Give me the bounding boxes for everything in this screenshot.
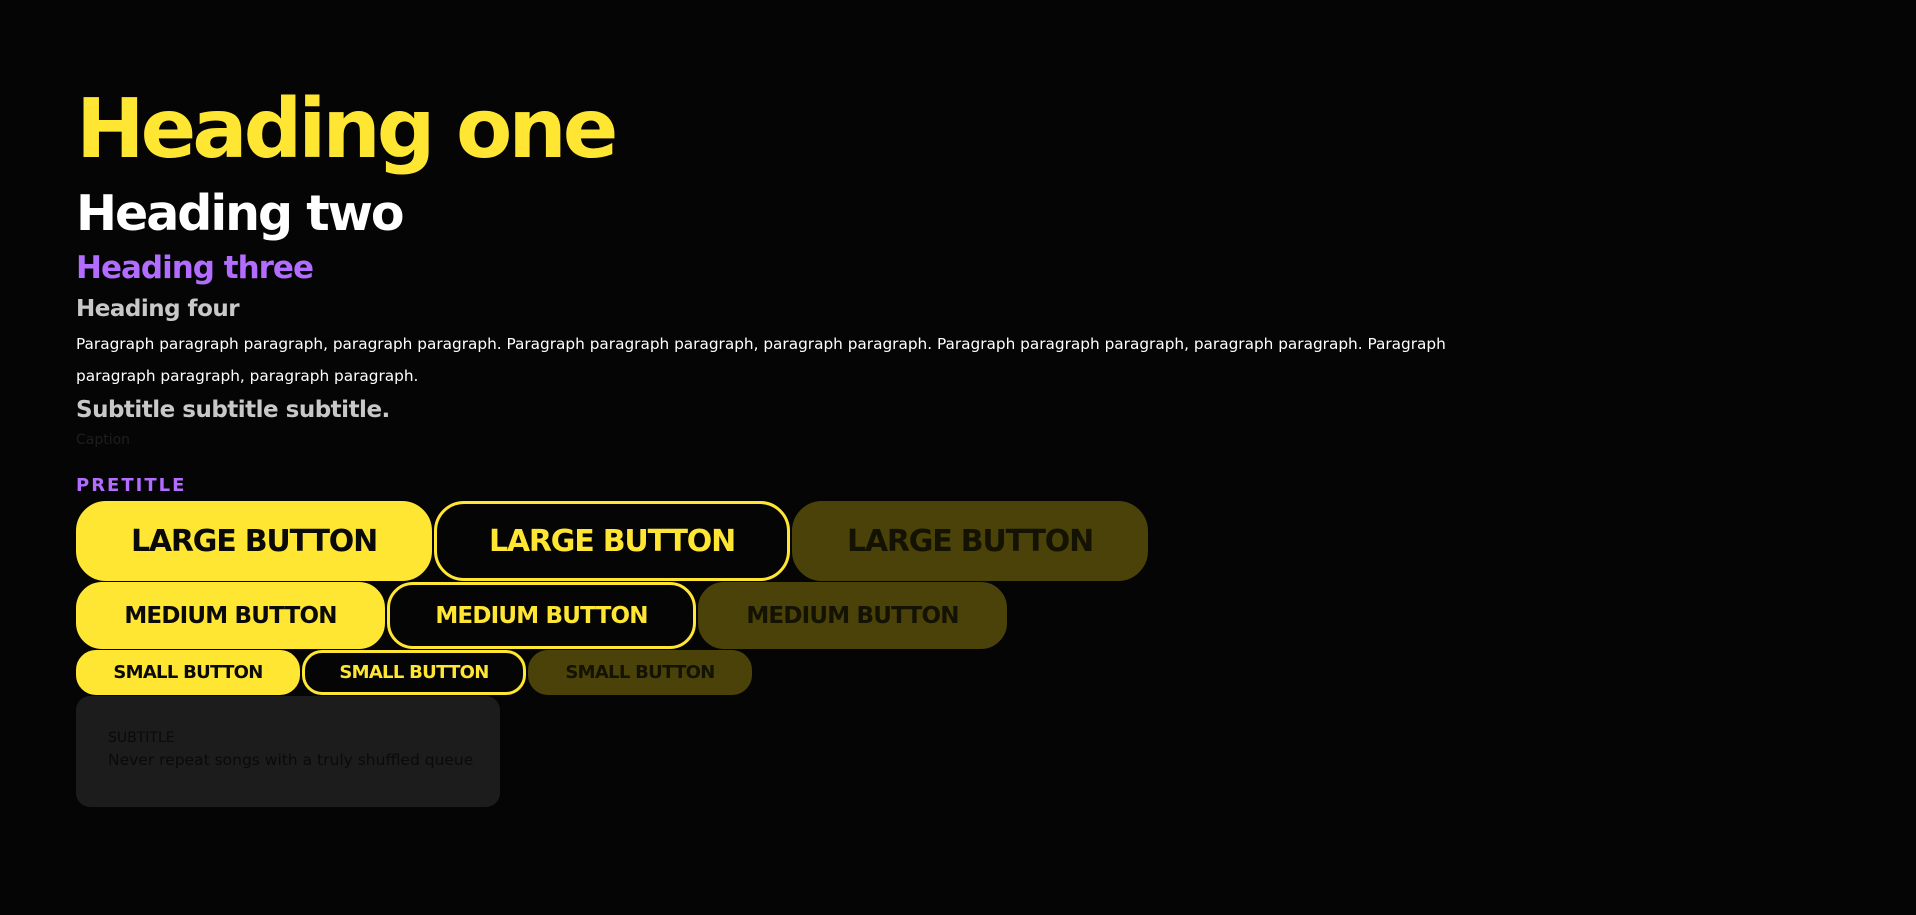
medium-outline-button[interactable]: MEDIUM BUTTON: [387, 582, 696, 649]
small-button-row: SMALL BUTTON SMALL BUTTON SMALL BUTTON: [76, 650, 752, 695]
large-disabled-button[interactable]: LARGE BUTTON: [792, 501, 1148, 581]
caption: Caption: [76, 432, 131, 448]
paragraph: Paragraph paragraph paragraph, paragraph…: [76, 335, 1446, 385]
pretitle: PRETITLE: [76, 475, 187, 496]
heading-two: Heading two: [76, 185, 405, 242]
large-button-row: LARGE BUTTON LARGE BUTTON LARGE BUTTON: [76, 501, 1148, 581]
subtitle: Subtitle subtitle subtitle.: [76, 397, 390, 423]
card-text: Never repeat songs with a truly shuffled…: [108, 751, 474, 769]
info-card: SUBTITLE Never repeat songs with a truly…: [76, 696, 500, 807]
card-subtitle: SUBTITLE: [108, 730, 175, 746]
small-disabled-button[interactable]: SMALL BUTTON: [528, 650, 752, 695]
medium-primary-button[interactable]: MEDIUM BUTTON: [76, 582, 385, 649]
heading-one: Heading one: [76, 82, 618, 177]
large-primary-button[interactable]: LARGE BUTTON: [76, 501, 432, 581]
small-outline-button[interactable]: SMALL BUTTON: [302, 650, 526, 695]
heading-four: Heading four: [76, 296, 240, 322]
large-outline-button[interactable]: LARGE BUTTON: [434, 501, 790, 581]
medium-disabled-button[interactable]: MEDIUM BUTTON: [698, 582, 1007, 649]
small-primary-button[interactable]: SMALL BUTTON: [76, 650, 300, 695]
heading-three: Heading three: [76, 250, 314, 286]
medium-button-row: MEDIUM BUTTON MEDIUM BUTTON MEDIUM BUTTO…: [76, 582, 1007, 649]
